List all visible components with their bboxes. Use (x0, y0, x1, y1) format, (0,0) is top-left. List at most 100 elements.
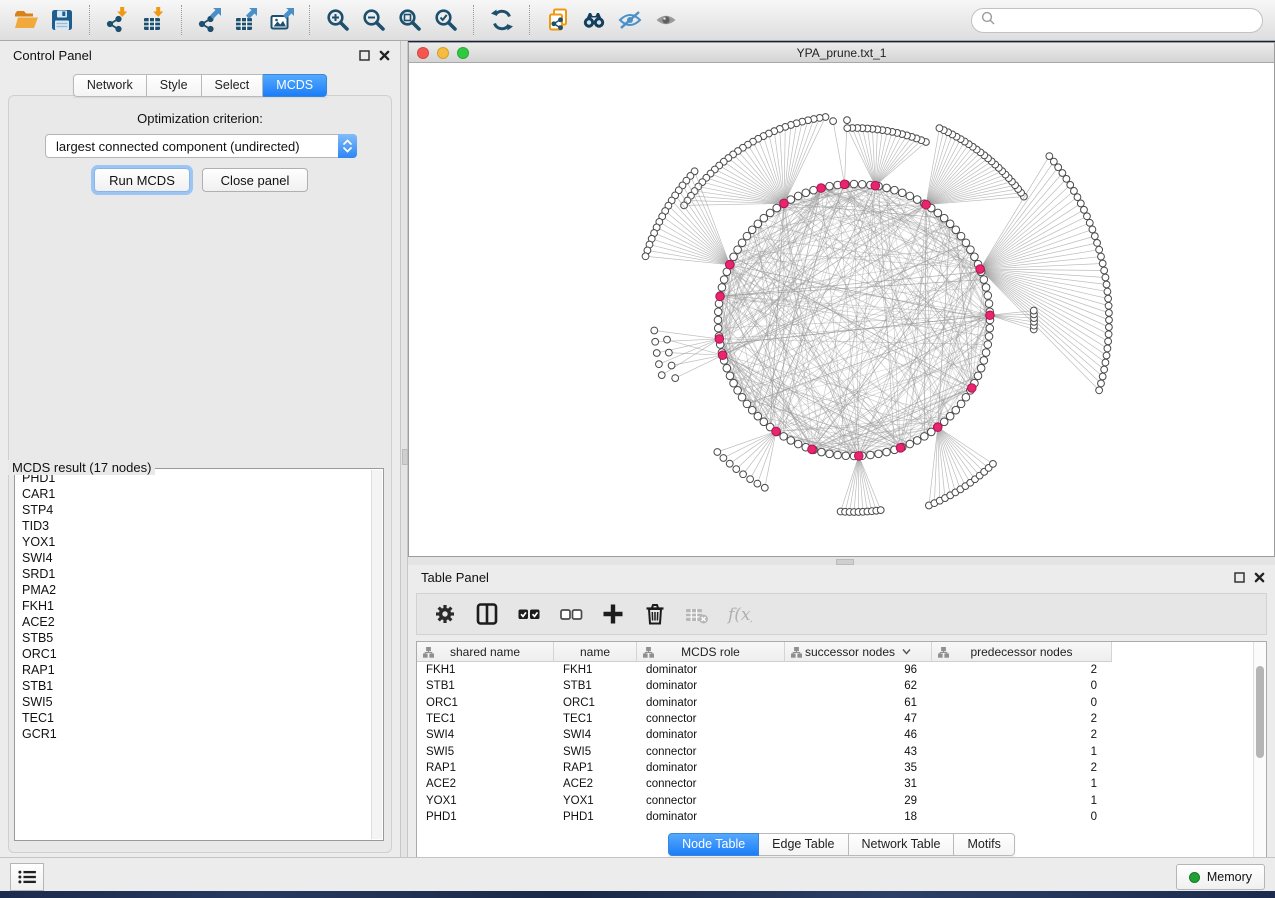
mcds-result-item[interactable]: ORC1 (16, 646, 372, 662)
mcds-result-item[interactable]: RAP1 (16, 662, 372, 678)
network-view-window: YPA_prune.txt_1 (408, 42, 1275, 557)
mcds-result-item[interactable]: CAR1 (16, 486, 372, 502)
table-cell: PHD1 (554, 811, 637, 823)
close-panel-icon[interactable] (379, 48, 390, 66)
open-file-icon[interactable] (8, 3, 44, 37)
table-cell: dominator (637, 729, 785, 741)
table-cell: YOX1 (554, 795, 637, 807)
close-panel-icon[interactable] (1254, 570, 1265, 588)
delete-icon[interactable] (637, 597, 673, 631)
mcds-result-item[interactable]: SWI4 (16, 550, 372, 566)
select-all-icon[interactable] (511, 597, 547, 631)
table-cell: ACE2 (554, 778, 637, 790)
table-tab-node-table[interactable]: Node Table (668, 833, 759, 856)
memory-button[interactable]: Memory (1176, 864, 1265, 890)
table-row[interactable]: RAP1RAP1dominator352 (417, 760, 1254, 776)
mcds-result-item[interactable]: SWI5 (16, 694, 372, 710)
application-window: Control Panel NetworkStyleSelectMCDS Opt… (0, 0, 1275, 898)
mcds-list-scrollbar[interactable] (371, 470, 382, 839)
show-hide-graphics-icon[interactable] (612, 3, 648, 37)
column-header-name[interactable]: name (554, 642, 637, 662)
mcds-result-item[interactable]: ACE2 (16, 614, 372, 630)
mcds-result-item[interactable]: STB5 (16, 630, 372, 646)
criterion-dropdown[interactable]: largest connected component (undirected) (45, 134, 357, 158)
save-session-icon[interactable] (44, 3, 80, 37)
network-window-titlebar[interactable]: YPA_prune.txt_1 (409, 43, 1274, 63)
refresh-icon[interactable] (484, 3, 520, 37)
import-table-icon[interactable] (136, 3, 172, 37)
vertical-splitter[interactable] (400, 41, 408, 857)
horizontal-splitter[interactable] (408, 557, 1275, 565)
status-bar: Memory (0, 857, 1275, 891)
float-panel-icon[interactable] (359, 48, 370, 66)
table-cell: ORC1 (417, 697, 554, 709)
tab-style[interactable]: Style (147, 74, 202, 97)
dropdown-stepper-icon (338, 134, 357, 158)
mcds-result-item[interactable]: STP4 (16, 502, 372, 518)
table-row[interactable]: FKH1FKH1dominator962 (417, 662, 1254, 678)
deselect-all-icon[interactable] (553, 597, 589, 631)
mcds-result-item[interactable]: FKH1 (16, 598, 372, 614)
table-row[interactable]: SWI5SWI5connector431 (417, 743, 1254, 759)
table-row[interactable]: ACE2ACE2connector311 (417, 776, 1254, 792)
export-table-icon[interactable] (228, 3, 264, 37)
gear-icon[interactable] (427, 597, 463, 631)
table-cell: FKH1 (554, 664, 637, 676)
column-header-successor-nodes[interactable]: successor nodes (785, 642, 932, 662)
network-canvas[interactable] (409, 63, 1274, 556)
table-scrollbar-thumb[interactable] (1256, 666, 1264, 758)
main-toolbar (0, 0, 1275, 41)
tab-mcds[interactable]: MCDS (263, 74, 327, 97)
search-input[interactable] (1001, 12, 1262, 29)
table-toolbar: f(x) (416, 593, 1267, 635)
table-cell: SWI5 (417, 746, 554, 758)
table-row[interactable]: ORC1ORC1dominator610 (417, 695, 1254, 711)
table-cell: dominator (637, 811, 785, 823)
table-tab-network-table[interactable]: Network Table (849, 833, 955, 856)
close-panel-button[interactable]: Close panel (202, 168, 308, 192)
table-cell: 29 (785, 795, 932, 807)
zoom-in-icon[interactable] (320, 3, 356, 37)
zoom-out-icon[interactable] (356, 3, 392, 37)
zoom-selected-icon[interactable] (428, 3, 464, 37)
table-row[interactable]: STB1STB1dominator620 (417, 678, 1254, 694)
columns-icon[interactable] (469, 597, 505, 631)
desktop-wallpaper-strip (0, 891, 1275, 898)
table-tab-edge-table[interactable]: Edge Table (759, 833, 848, 856)
table-row[interactable]: YOX1YOX1connector291 (417, 792, 1254, 808)
mcds-result-item[interactable]: PMA2 (16, 582, 372, 598)
mcds-result-item[interactable]: SRD1 (16, 566, 372, 582)
mcds-result-item[interactable]: YOX1 (16, 534, 372, 550)
mcds-result-item[interactable]: TEC1 (16, 710, 372, 726)
table-row[interactable]: TEC1TEC1connector472 (417, 711, 1254, 727)
run-mcds-button[interactable]: Run MCDS (94, 168, 190, 192)
mcds-result-item[interactable]: STB1 (16, 678, 372, 694)
column-header-shared-name[interactable]: shared name (417, 642, 554, 662)
table-cell: 0 (932, 811, 1112, 823)
search-box[interactable] (971, 8, 1263, 33)
zoom-fit-icon[interactable] (392, 3, 428, 37)
clone-network-icon[interactable] (540, 3, 576, 37)
add-icon[interactable] (595, 597, 631, 631)
column-header-MCDS-role[interactable]: MCDS role (637, 642, 785, 662)
table-tab-motifs[interactable]: Motifs (954, 833, 1014, 856)
table-cell: 2 (932, 729, 1112, 741)
table-cell: FKH1 (417, 664, 554, 676)
mcds-result-item[interactable]: GCR1 (16, 726, 372, 742)
tab-select[interactable]: Select (202, 74, 264, 97)
birds-eye-view-icon[interactable] (648, 3, 684, 37)
export-image-icon[interactable] (264, 3, 300, 37)
search-network-icon[interactable] (576, 3, 612, 37)
float-panel-icon[interactable] (1234, 570, 1245, 588)
table-row[interactable]: PHD1PHD1dominator180 (417, 809, 1254, 825)
svg-text:f(x): f(x) (726, 605, 752, 625)
column-header-predecessor-nodes[interactable]: predecessor nodes (932, 642, 1112, 662)
mcds-result-item[interactable]: TID3 (16, 518, 372, 534)
table-row[interactable]: SWI4SWI4dominator462 (417, 727, 1254, 743)
import-network-icon[interactable] (100, 3, 136, 37)
panel-list-button[interactable] (10, 863, 44, 891)
table-cell: ORC1 (554, 697, 637, 709)
export-network-icon[interactable] (192, 3, 228, 37)
mcds-result-list[interactable]: PHD1CAR1STP4TID3YOX1SWI4SRD1PMA2FKH1ACE2… (16, 470, 372, 839)
tab-network[interactable]: Network (73, 74, 147, 97)
